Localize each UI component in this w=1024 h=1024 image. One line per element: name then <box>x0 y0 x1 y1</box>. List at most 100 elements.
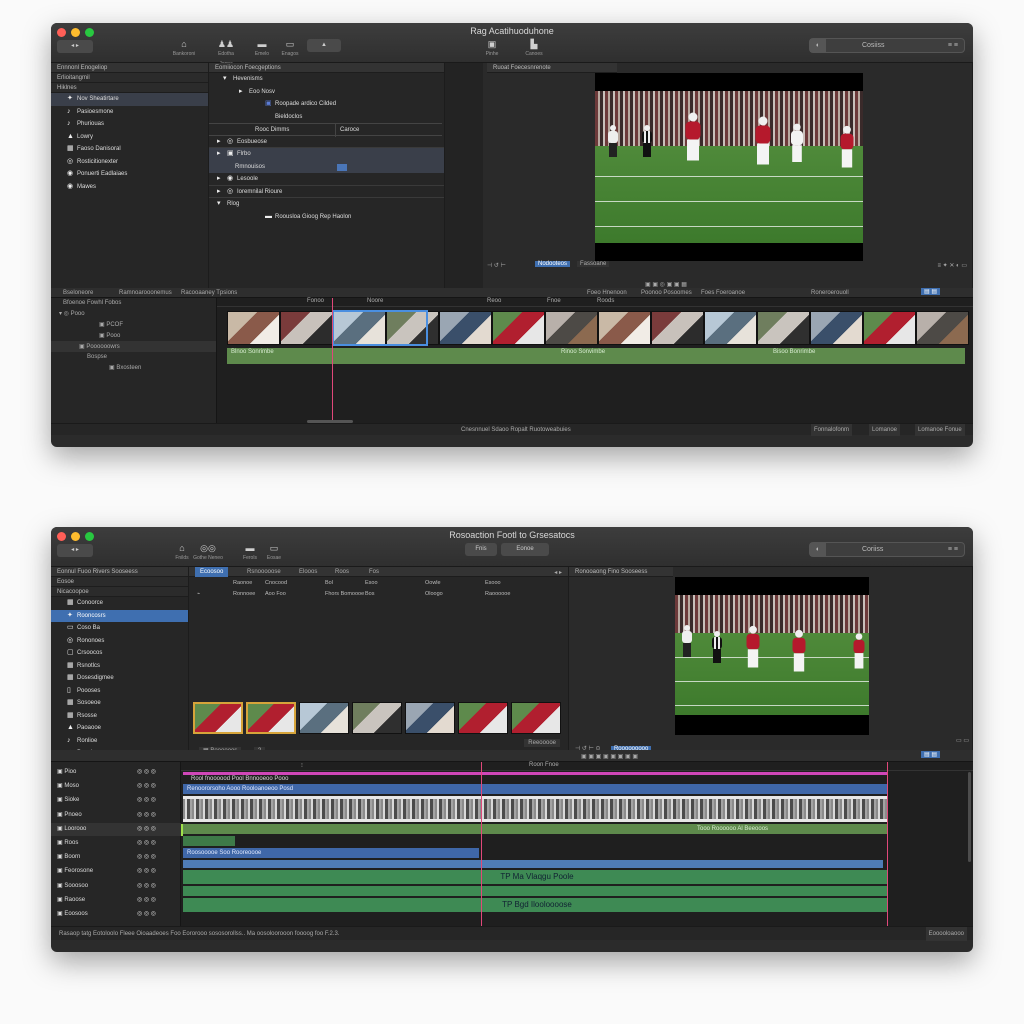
sidebar-item[interactable]: ◉ Mawes <box>51 181 208 194</box>
column-header[interactable]: Cnocood <box>265 580 287 586</box>
connected-clip-long[interactable] <box>183 860 883 868</box>
timeline-tab[interactable]: Ramnoarooonemus <box>119 290 172 296</box>
browser-list-row[interactable]: Ronnoee Aoo Foo Fhors Bomoooe Bos Oloogo Raoo… <box>189 589 568 601</box>
index-row[interactable]: ▣ Poooooowrs <box>51 341 216 352</box>
track-header[interactable]: ▣ Roos ◎ ◎ ◎ <box>51 837 181 850</box>
people-icon[interactable]: ◎◎ Gothe Neneo <box>193 543 223 563</box>
index-row[interactable]: ▾ ◎ Pooo <box>51 308 216 319</box>
filmstrip-thumbnail[interactable] <box>299 702 349 734</box>
timeline-mode-button[interactable]: ▤ ▤ <box>921 288 941 295</box>
edit-mode-button[interactable]: Eonoe <box>501 543 549 556</box>
sidebar-item[interactable]: ▦ Conoorce <box>51 597 188 610</box>
index-row[interactable]: ▣ PCOF <box>51 319 216 330</box>
track-controls[interactable]: ◎ ◎ ◎ <box>137 894 156 907</box>
sidebar-item[interactable]: ◉ Ponuerti Eadlaiaes <box>51 168 208 181</box>
share-button[interactable]: ▲ <box>307 39 341 52</box>
sidebar-item[interactable]: ▭ Coso Ba <box>51 622 188 635</box>
music-clip[interactable]: TP Bgd Ilooloooose <box>183 898 887 912</box>
track-header[interactable]: ▣ Pnoeo ◎ ◎ ◎ <box>51 809 181 822</box>
sidebar-item[interactable]: ▦ Rsnotlcs <box>51 660 188 673</box>
playhead[interactable] <box>481 762 482 926</box>
track-controls[interactable]: ◎ ◎ ◎ <box>137 908 156 921</box>
view-options-icon[interactable]: ≡ ≡ <box>948 39 958 52</box>
track-controls[interactable]: ◎ ◎ ◎ <box>137 823 156 836</box>
filmstrip-thumbnail[interactable] <box>193 702 243 734</box>
track-controls[interactable]: ◎ ◎ ◎ <box>137 794 156 807</box>
audio-clip[interactable]: Tooo Roooooo Al Beeooos <box>183 824 887 834</box>
filmstrip-thumbnail[interactable] <box>246 702 296 734</box>
playhead[interactable] <box>332 298 333 425</box>
video-thumbnail[interactable] <box>492 311 545 345</box>
video-thumbnail[interactable] <box>545 311 598 345</box>
browser-row-selected[interactable]: Rmnouisos <box>209 160 444 173</box>
browser-row[interactable]: ▣ Roopade ardico Cilded <box>209 98 444 111</box>
sidebar-item[interactable]: ▢ Crsoocos <box>51 647 188 660</box>
sidebar-item[interactable]: ▲ Lowry <box>51 131 208 144</box>
sidebar-item[interactable]: ▦ Rsosse <box>51 710 188 723</box>
status-item[interactable]: Eooooloaooo <box>925 927 967 941</box>
video-thumbnail[interactable] <box>598 311 651 345</box>
browser-row[interactable]: ▾ Hevenisms <box>209 73 444 86</box>
column-header[interactable]: Oowle <box>425 580 441 586</box>
track-header[interactable]: ▣ Sioke ◎ ◎ ◎ <box>51 794 181 807</box>
nav-back-forward-button[interactable]: ◂ ▸ <box>57 40 93 53</box>
sidebar-item[interactable]: ♪ Phuriouas <box>51 118 208 131</box>
track-controls[interactable]: ◎ ◎ ◎ <box>137 880 156 893</box>
audio-clip-short[interactable] <box>183 836 235 846</box>
browser-row[interactable]: ▸ ◉ Lesoole <box>209 173 444 186</box>
timeline-control[interactable]: Foes Foeroanoe <box>701 290 745 296</box>
index-row[interactable]: Bospse <box>51 352 216 362</box>
track-controls[interactable]: ◎ ◎ ◎ <box>137 766 156 779</box>
viewer-right-icons[interactable]: ▭ ▭ <box>956 737 969 744</box>
sidebar-item[interactable]: ▦ Sosoeoe <box>51 697 188 710</box>
sidebar-item[interactable]: ▲ Paoaooe <box>51 722 188 735</box>
index-row[interactable]: ▣ Pooo <box>51 330 216 341</box>
column-header[interactable]: Bol <box>325 580 333 586</box>
inspector-icon[interactable]: ▣ Pinhe <box>477 39 507 59</box>
video-thumbnail[interactable] <box>704 311 757 345</box>
status-item[interactable]: Lomanoe Fonue <box>915 424 965 436</box>
filmstrip-thumbnail[interactable] <box>511 702 561 734</box>
timeline-control[interactable]: Foeo Hnenoon <box>587 290 627 296</box>
track-controls[interactable]: ◎ ◎ ◎ <box>137 809 156 822</box>
sidebar-item[interactable]: ▦ Faoso Danisoral <box>51 143 208 156</box>
track-controls[interactable]: ◎ ◎ ◎ <box>137 837 156 850</box>
video-thumbnail[interactable] <box>651 311 704 345</box>
filmstrip-action-button[interactable]: Reeooooe <box>524 739 560 747</box>
track-header[interactable]: ▣ Sooosoo ◎ ◎ ◎ <box>51 880 181 893</box>
audio-clip[interactable]: Rinoo Sonvimbe <box>557 348 769 364</box>
primary-video-strip[interactable] <box>183 796 887 822</box>
browser-row[interactable]: ▸ Eoo Nosv <box>209 86 444 99</box>
tool-icons[interactable]: ▣ ▣ ▣ ▣ ▣ ▣ ▣ ▣ <box>581 753 638 760</box>
track-header[interactable]: ▣ Pioo ◎ ◎ ◎ <box>51 766 181 779</box>
status-item[interactable]: Lomanoe <box>869 424 901 436</box>
search-field[interactable]: ◐ Coriiss ≡ ≡ <box>809 542 965 557</box>
view-options-icon[interactable]: ≡ ≡ <box>948 543 958 556</box>
selected-clip-outline[interactable] <box>332 310 428 346</box>
sidebar-item[interactable]: ✦ Rooncosrs <box>51 609 188 622</box>
track-controls[interactable]: ◎ ◎ ◎ <box>137 865 156 878</box>
timeline-tab[interactable]: Racooaaney Tpsions <box>181 290 237 296</box>
video-thumbnail[interactable] <box>757 311 810 345</box>
sidebar-item[interactable]: ◎ Rononoes <box>51 635 188 648</box>
browser-tab-active[interactable]: Ecoosoo <box>195 567 229 577</box>
video-thumbnail[interactable] <box>810 311 863 345</box>
track-header[interactable]: ▣ Eoosoos ◎ ◎ ◎ <box>51 908 181 921</box>
timeline-mode-button[interactable]: ▤ ▤ <box>921 751 941 758</box>
browser-tab[interactable]: Elooos <box>299 569 317 575</box>
display-icon[interactable]: ▭ Enagos <box>275 39 305 59</box>
video-thumbnail[interactable] <box>863 311 916 345</box>
nav-back-forward-button[interactable]: ◂ ▸ <box>57 544 93 557</box>
track-header[interactable]: ▣ Boorn ◎ ◎ ◎ <box>51 851 181 864</box>
filmstrip[interactable] <box>193 702 565 734</box>
compound-clip-label[interactable]: Rool fnoooood Pool Bnnooeoo Pooo <box>191 776 288 782</box>
browser-row[interactable]: ▸ ◎ Ioremnilal Rioure <box>209 186 444 198</box>
viewer-right-icons[interactable]: ≡ ✦ ✕ ◐ ▭ <box>937 262 967 269</box>
sidebar-item[interactable]: ✦ Nov Sheatirtare <box>51 93 208 106</box>
track-header[interactable]: ▣ Feorosone ◎ ◎ ◎ <box>51 865 181 878</box>
sidebar-item[interactable]: ▦ Dosesdigmee <box>51 672 188 685</box>
video-preview[interactable] <box>675 577 869 735</box>
browser-row[interactable]: ▸ ◎ Eosbueose <box>209 136 444 148</box>
audio-clip[interactable]: Blnoo Sonrimbe <box>227 348 557 364</box>
browser-row[interactable]: Rooc Dimms Caroce <box>209 123 442 137</box>
